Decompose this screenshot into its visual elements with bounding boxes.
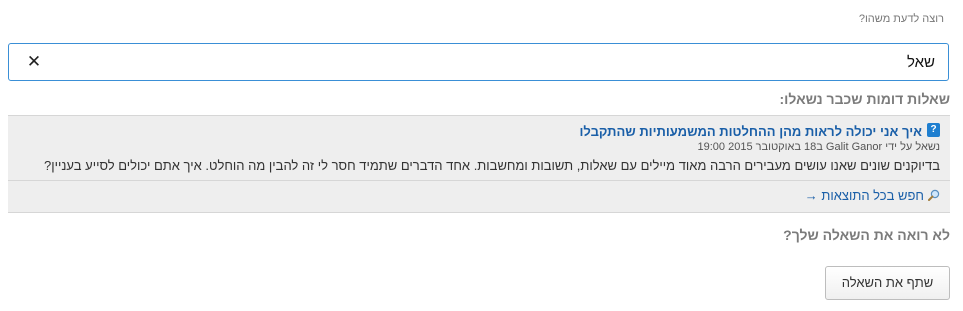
question-input[interactable] <box>68 44 948 80</box>
similar-questions-panel: ? איך אני יכולה לראות מהן ההחלטות המשמעו… <box>8 115 950 213</box>
not-found-heading: לא רואה את השאלה שלך? <box>783 227 950 243</box>
prompt-label: רוצה לדעת משהו? <box>858 13 944 25</box>
result-meta: נשאל על ידי Galit Ganor ב18 באוקטובר 201… <box>697 141 941 153</box>
ask-question-widget: רוצה לדעת משהו? ✕ שאלות דומות שכבר נשאלו… <box>0 0 963 311</box>
question-icon: ? <box>927 123 940 137</box>
search-all-results-link[interactable]: חפש בכל התוצאות → <box>805 188 940 203</box>
similar-questions-heading: שאלות דומות שכבר נשאלו: <box>779 91 950 107</box>
share-question-button[interactable]: שתף את השאלה <box>825 266 950 300</box>
result-excerpt: בדיוקנים שונים שאנו עושים מעבירים הרבה מ… <box>44 158 940 173</box>
result-title-link[interactable]: איך אני יכולה לראות מהן ההחלטות המשמעותי… <box>579 124 922 139</box>
search-box: ✕ <box>8 43 949 81</box>
search-icon <box>928 189 940 201</box>
clear-icon[interactable]: ✕ <box>23 50 45 74</box>
search-all-label: חפש בכל התוצאות → <box>804 188 924 203</box>
list-item: ? איך אני יכולה לראות מהן ההחלטות המשמעו… <box>8 116 950 181</box>
